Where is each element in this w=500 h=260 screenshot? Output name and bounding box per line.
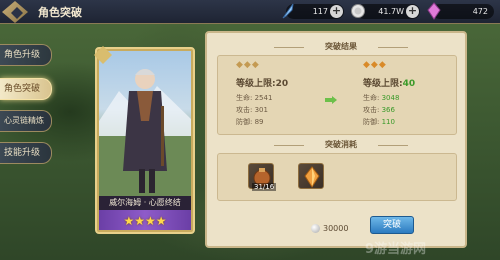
gold-coin-icon [311, 224, 320, 233]
current-atk: 攻击: 301 [236, 106, 268, 114]
next-def: 防御: 110 [363, 118, 395, 126]
cost-section-title: 突破消耗 [274, 139, 408, 151]
tab-skill-upgrade[interactable]: 技能升级 [0, 142, 52, 164]
crystal-shard-icon [304, 166, 320, 188]
current-hp: 生命: 2541 [236, 94, 273, 102]
material-count: 31/16 [252, 183, 277, 191]
character-card[interactable]: 威尔海姆 · 心愿终结 ★★★★ [94, 46, 195, 234]
tab-character-level-up[interactable]: 角色升级 [0, 44, 52, 66]
add-feather-button[interactable]: + [330, 5, 343, 18]
character-portrait [99, 51, 191, 196]
crystal-resource: 472 [427, 2, 494, 20]
tab-label: 角色升级 [4, 50, 41, 60]
breakthrough-button[interactable]: 突破 [370, 216, 414, 234]
crystal-icon [427, 2, 441, 20]
next-hp: 生命: 3048 [363, 94, 400, 102]
material-slot-2[interactable] [298, 163, 324, 189]
next-level-cap: 等级上限:40 [363, 79, 416, 89]
result-box: ◆◆◆ ◆◆◆ 等级上限:20 等级上限:40 生命: 2541 攻击: 301… [217, 55, 457, 135]
coin-count: 41.7W [378, 7, 404, 16]
back-emblem-icon[interactable] [2, 1, 28, 23]
coin-icon [351, 4, 365, 18]
next-rank-icon: ◆◆◆ [363, 60, 387, 70]
page-title: 角色突破 [38, 6, 82, 19]
tab-label: 技能升级 [4, 148, 41, 158]
character-rarity: ★★★★ [99, 210, 191, 230]
crystal-count: 472 [472, 7, 488, 16]
feather-count: 117 [312, 7, 328, 16]
tab-label: 心灵链精炼 [4, 116, 44, 125]
watermark: 9游当游网 [365, 242, 427, 257]
feather-resource: 117 + [282, 3, 344, 19]
material-slot-1[interactable]: 31/16 [248, 163, 277, 191]
result-section-title: 突破结果 [274, 41, 408, 53]
next-atk: 攻击: 366 [363, 106, 395, 114]
feather-icon [282, 3, 294, 19]
current-rank-icon: ◆◆◆ [236, 60, 260, 70]
tab-label: 角色突破 [4, 84, 41, 94]
cost-box: 31/16 [217, 153, 457, 201]
star-rating: ★★★★ [123, 214, 167, 228]
arrow-right-icon [325, 96, 337, 104]
coin-resource: 41.7W + [351, 4, 420, 19]
current-def: 防御: 89 [236, 118, 264, 126]
current-level-cap: 等级上限:20 [236, 79, 289, 89]
breakthrough-panel: 突破结果 ◆◆◆ ◆◆◆ 等级上限:20 等级上限:40 生命: 2541 攻击… [205, 31, 467, 248]
character-name: 威尔海姆 · 心愿终结 [99, 196, 191, 210]
top-bar: 角色突破 117 + 41.7W + 472 [0, 0, 500, 24]
gold-cost: 30000 [323, 224, 349, 233]
add-coin-button[interactable]: + [406, 5, 419, 18]
tab-soul-chain-refine[interactable]: 心灵链精炼 [0, 110, 52, 132]
tab-character-breakthrough[interactable]: 角色突破 [0, 78, 52, 100]
